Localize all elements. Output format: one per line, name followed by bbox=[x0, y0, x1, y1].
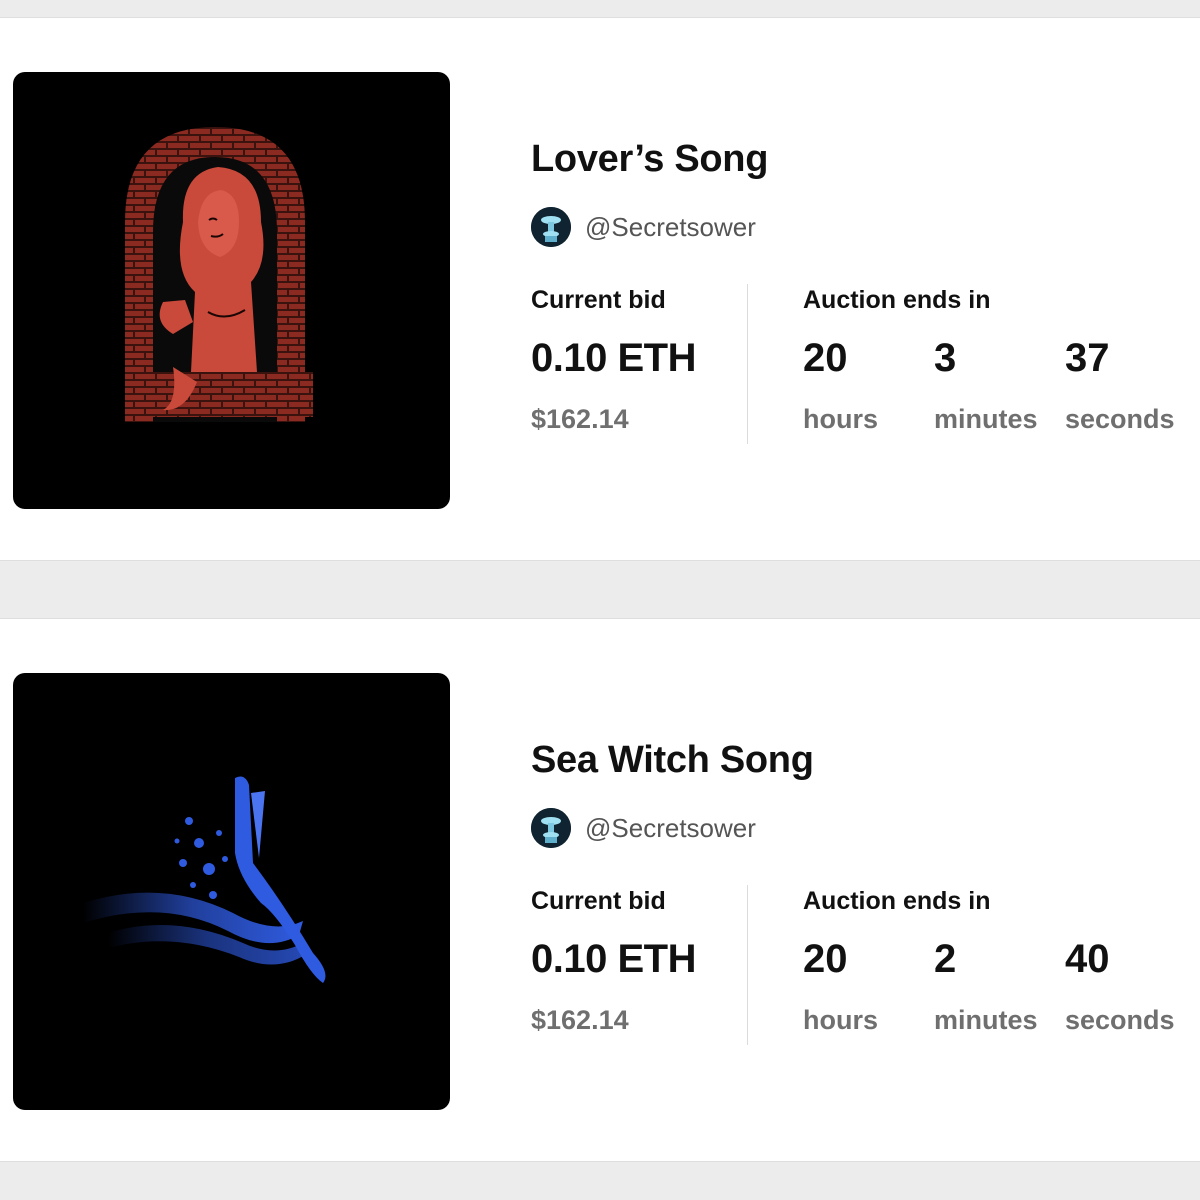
auction-list-page: Lover’s Song @Secretsower Current bid 0.… bbox=[0, 0, 1200, 1200]
countdown-seconds: 37 bbox=[1065, 336, 1110, 380]
creator-link[interactable]: @Secretsower bbox=[531, 808, 756, 848]
countdown-hours: 20 bbox=[803, 336, 848, 380]
red-woman-in-brick-window-artwork bbox=[125, 127, 313, 422]
countdown-minutes: 2 bbox=[934, 937, 957, 981]
fountain-avatar-icon bbox=[531, 808, 571, 848]
current-bid-value: 0.10 ETH bbox=[531, 937, 696, 981]
creator-link[interactable]: @Secretsower bbox=[531, 207, 756, 247]
auction-card[interactable]: Lover’s Song @Secretsower Current bid 0.… bbox=[0, 17, 1200, 561]
countdown-hours-label: hours bbox=[803, 404, 879, 434]
creator-handle[interactable]: @Secretsower bbox=[585, 212, 756, 243]
auction-ends-label: Auction ends in bbox=[803, 887, 991, 915]
countdown-hours-label: hours bbox=[803, 1005, 879, 1035]
artwork-title[interactable]: Sea Witch Song bbox=[531, 739, 814, 782]
artwork-title[interactable]: Lover’s Song bbox=[531, 138, 768, 181]
artwork-image[interactable] bbox=[13, 673, 450, 1110]
countdown-hours: 20 bbox=[803, 937, 848, 981]
current-bid-label: Current bid bbox=[531, 286, 666, 314]
divider bbox=[747, 885, 748, 1045]
countdown-minutes: 3 bbox=[934, 336, 957, 380]
divider bbox=[747, 284, 748, 444]
countdown-seconds-label: seconds bbox=[1065, 1005, 1175, 1035]
current-bid-usd: $162.14 bbox=[531, 404, 629, 434]
countdown-seconds: 40 bbox=[1065, 937, 1110, 981]
blue-diving-figure-artwork bbox=[83, 776, 326, 983]
countdown-minutes-label: minutes bbox=[934, 404, 1038, 434]
creator-handle[interactable]: @Secretsower bbox=[585, 813, 756, 844]
countdown-seconds-label: seconds bbox=[1065, 404, 1175, 434]
auction-ends-label: Auction ends in bbox=[803, 286, 991, 314]
current-bid-label: Current bid bbox=[531, 887, 666, 915]
artwork-image[interactable] bbox=[13, 72, 450, 509]
auction-card[interactable]: Sea Witch Song @Secretsower Current bid … bbox=[0, 618, 1200, 1162]
countdown-minutes-label: minutes bbox=[934, 1005, 1038, 1035]
current-bid-value: 0.10 ETH bbox=[531, 336, 696, 380]
fountain-avatar-icon bbox=[531, 207, 571, 247]
current-bid-usd: $162.14 bbox=[531, 1005, 629, 1035]
